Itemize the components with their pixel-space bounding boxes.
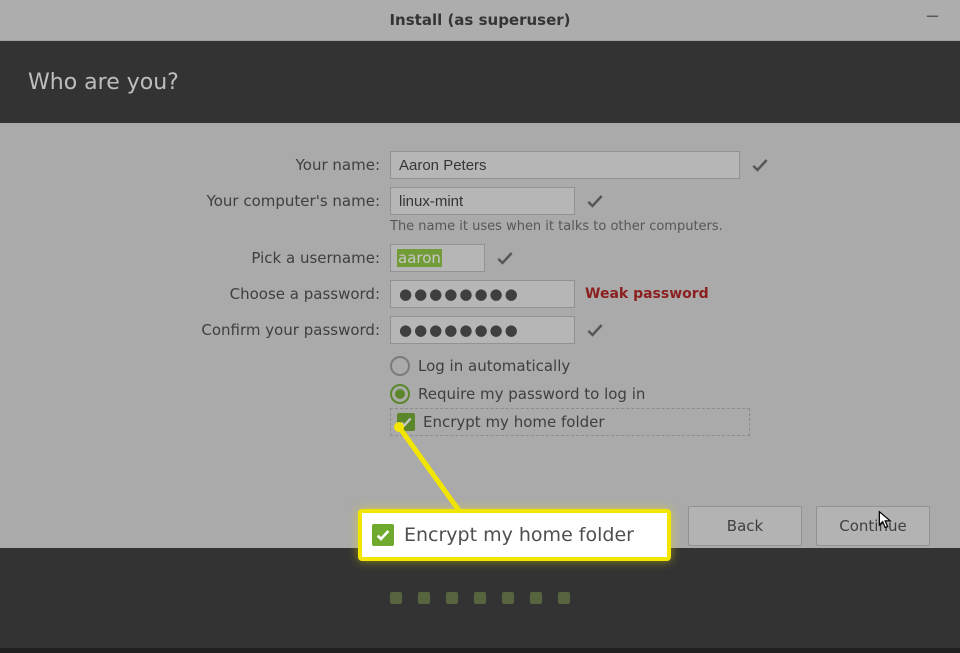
annotation-callout: Encrypt my home folder xyxy=(358,509,671,561)
cursor-icon xyxy=(876,510,896,534)
page-banner: Who are you? xyxy=(0,41,960,123)
progress-dot xyxy=(474,592,486,604)
your-name-input[interactable] xyxy=(390,151,740,179)
progress-dot xyxy=(446,592,458,604)
progress-indicator xyxy=(0,548,960,648)
username-input[interactable]: aaron xyxy=(390,244,485,272)
back-button[interactable]: Back xyxy=(688,506,802,546)
checkmark-icon xyxy=(585,320,605,340)
require-password-radio[interactable]: Require my password to log in xyxy=(390,380,960,408)
computer-name-input[interactable] xyxy=(390,187,575,215)
progress-dot xyxy=(502,592,514,604)
radio-icon xyxy=(390,384,410,404)
password-strength-label: Weak password xyxy=(585,286,709,302)
continue-button[interactable]: Continue xyxy=(816,506,930,546)
checkmark-icon xyxy=(585,191,605,211)
progress-dot xyxy=(558,592,570,604)
radio-icon xyxy=(390,356,410,376)
confirm-password-input[interactable]: ●●●●●●●● xyxy=(390,316,575,344)
computer-name-help: The name it uses when it talks to other … xyxy=(390,219,960,234)
checkbox-checked-icon xyxy=(397,413,415,431)
page-title: Who are you? xyxy=(28,70,179,95)
window-titlebar: Install (as superuser) − xyxy=(0,0,960,41)
auto-login-radio[interactable]: Log in automatically xyxy=(390,352,960,380)
checkmark-icon xyxy=(495,248,515,268)
username-label: Pick a username: xyxy=(0,249,390,267)
your-name-label: Your name: xyxy=(0,156,390,174)
checkmark-icon xyxy=(750,155,770,175)
progress-dot xyxy=(390,592,402,604)
progress-dot xyxy=(530,592,542,604)
window-title: Install (as superuser) xyxy=(389,11,570,29)
checkbox-checked-icon xyxy=(372,524,394,546)
progress-dot xyxy=(418,592,430,604)
password-label: Choose a password: xyxy=(0,285,390,303)
computer-name-label: Your computer's name: xyxy=(0,192,390,210)
minimize-button[interactable]: − xyxy=(925,8,940,26)
confirm-password-label: Confirm your password: xyxy=(0,321,390,339)
encrypt-home-checkbox[interactable]: Encrypt my home folder xyxy=(390,408,750,436)
password-input[interactable]: ●●●●●●●● xyxy=(390,280,575,308)
